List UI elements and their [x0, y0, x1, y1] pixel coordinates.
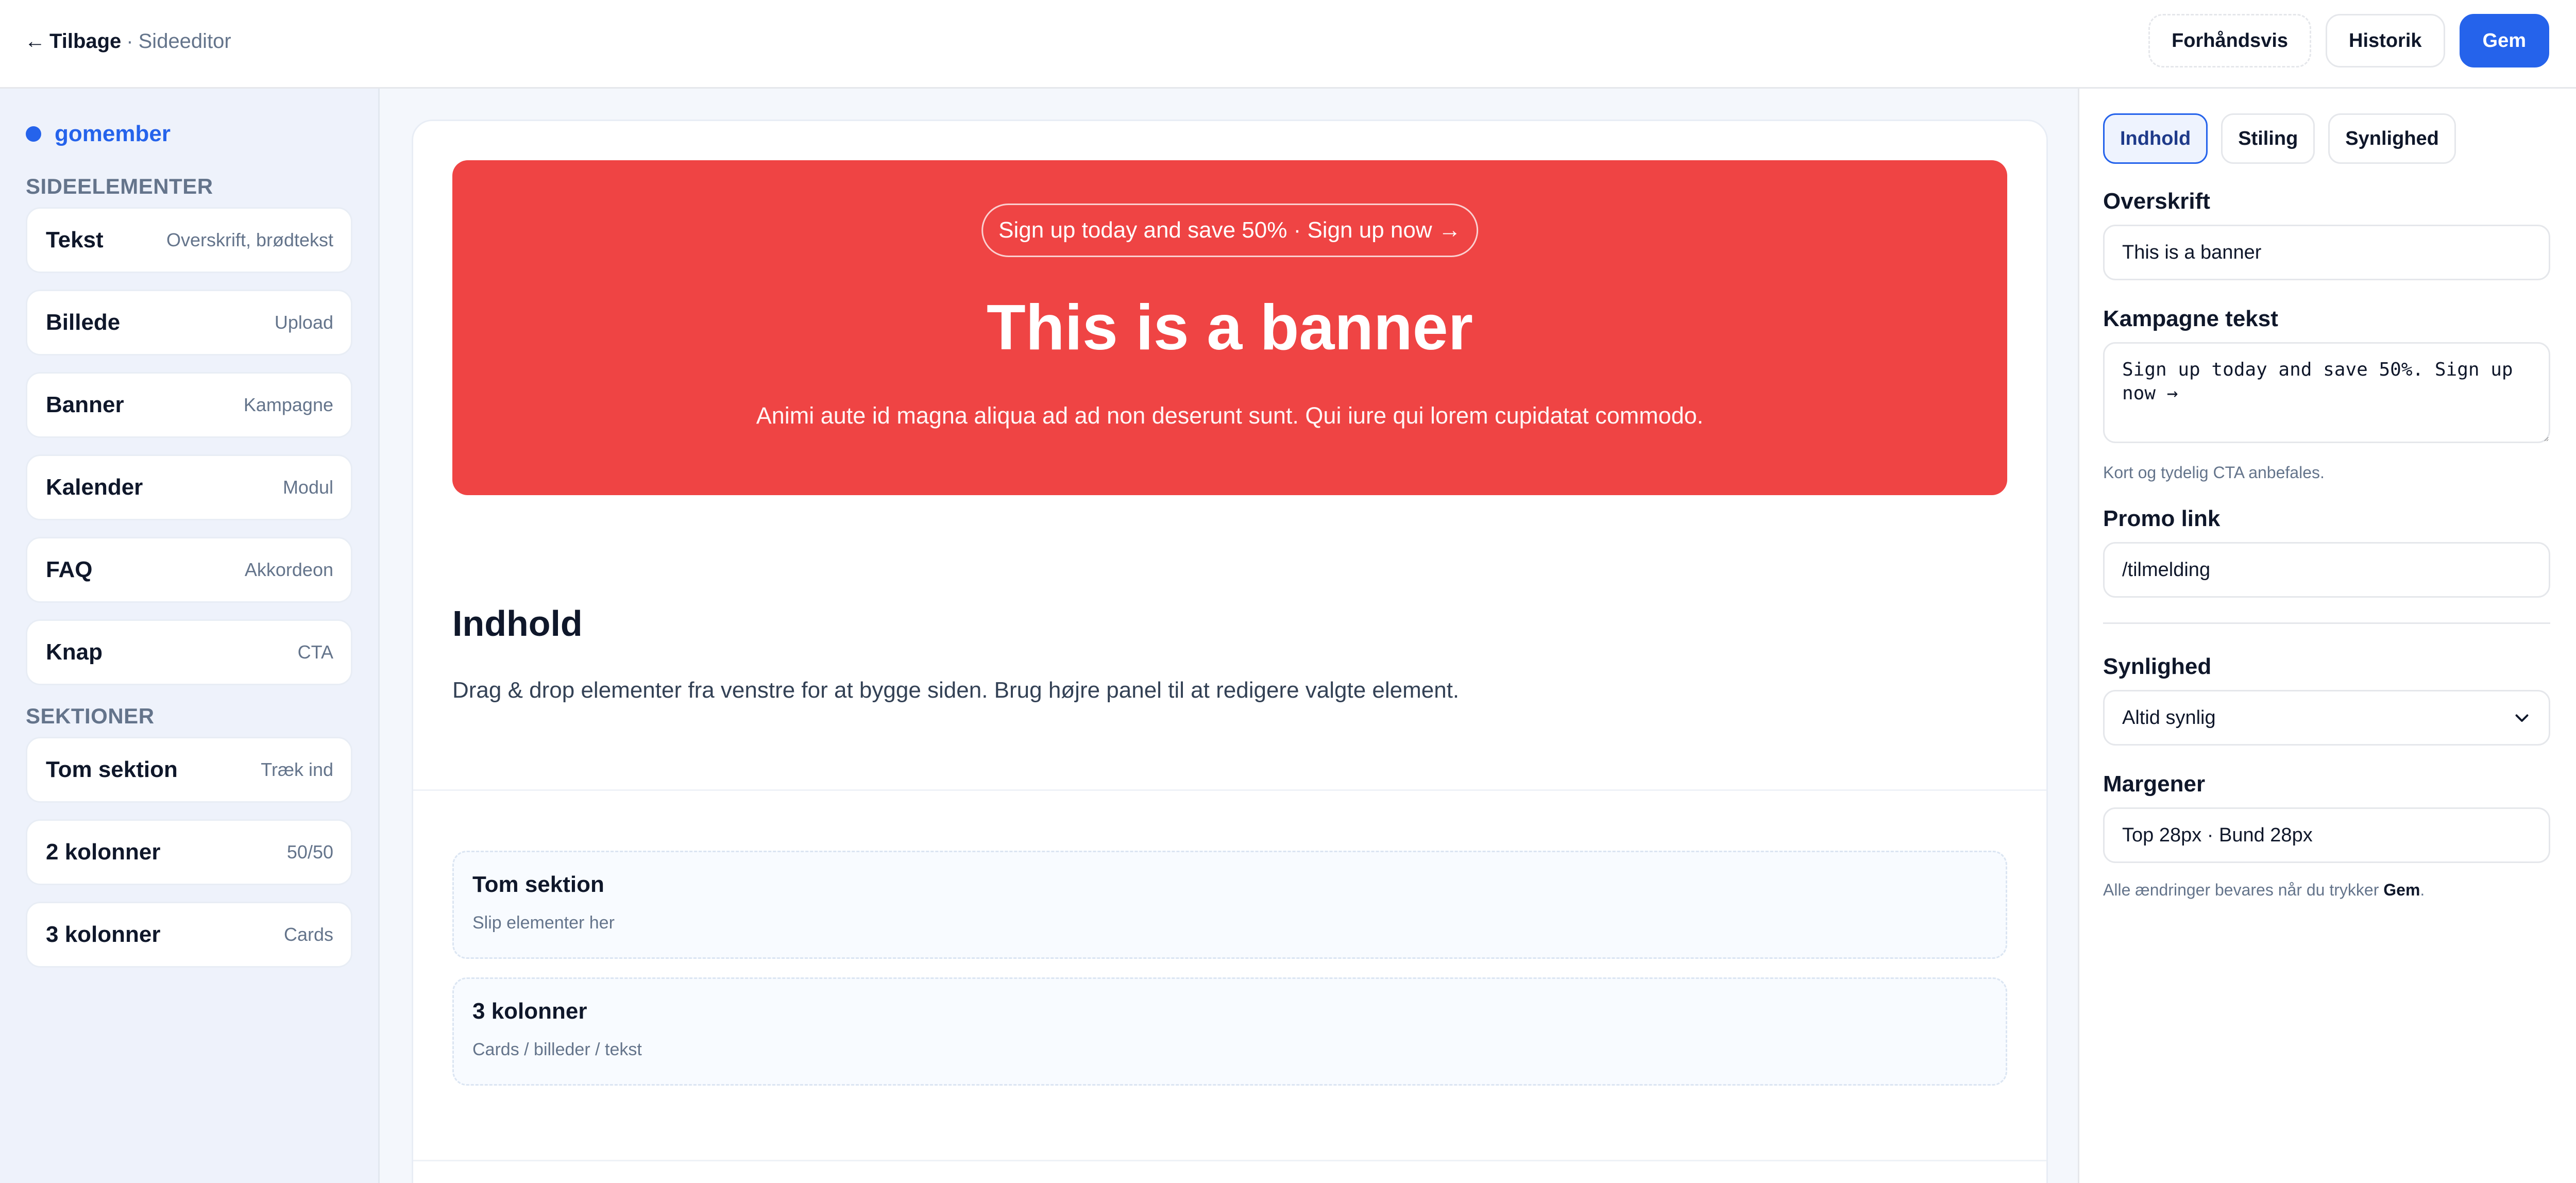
promo-link-label: Promo link — [2103, 506, 2221, 531]
section-meta: Træk ind — [261, 759, 333, 780]
section-dropzone-3-columns[interactable]: 3 kolonner Cards / billeder / tekst — [452, 977, 2007, 1086]
save-button[interactable]: Gem — [2459, 14, 2549, 67]
margins-label: Margener — [2103, 771, 2206, 797]
page-subtitle: Sideeditor — [138, 29, 231, 53]
sections-divider — [413, 1160, 2046, 1161]
element-meta: Akkordeon — [244, 559, 333, 580]
element-card-billede[interactable]: Billede Upload — [26, 290, 352, 356]
content-text: Drag & drop elementer fra venstre for at… — [452, 678, 1460, 703]
banner-cta-pill[interactable]: Sign up today and save 50% · Sign up now… — [981, 204, 1478, 257]
campaign-text-label: Kampagne tekst — [2103, 306, 2278, 331]
element-card-banner[interactable]: Banner Kampagne — [26, 372, 352, 438]
element-card-knap[interactable]: Knap CTA — [26, 619, 352, 685]
element-meta: Overskrift, brødtekst — [166, 229, 333, 250]
element-meta: Modul — [282, 477, 333, 498]
chevron-down-icon — [2515, 714, 2529, 722]
section-dropzone-empty[interactable]: Tom sektion Slip elementer her — [452, 851, 2007, 959]
element-card-faq[interactable]: FAQ Akkordeon — [26, 537, 352, 603]
page-preview: Sign up today and save 50% · Sign up now… — [412, 120, 2048, 1183]
save-hint-text: Alle ændringer bevares når du trykker — [2103, 881, 2384, 899]
section-card-2-kolonner[interactable]: 2 kolonner 50/50 — [26, 819, 352, 885]
back-link[interactable]: ← Tilbage — [25, 30, 121, 53]
editor-canvas: Sign up today and save 50% · Sign up now… — [380, 89, 2078, 1183]
save-hint-suffix: . — [2420, 881, 2425, 899]
breadcrumb-separator: · — [126, 29, 133, 53]
content-title: Indhold — [452, 603, 583, 644]
tab-synlighed[interactable]: Synlighed — [2328, 113, 2456, 164]
elements-group-title: SIDEELEMENTER — [26, 174, 213, 198]
history-button[interactable]: Historik — [2326, 14, 2445, 67]
brand-name: gomember — [55, 121, 171, 146]
element-name: FAQ — [46, 557, 93, 582]
element-meta: Upload — [274, 312, 333, 333]
section-card-tom-sektion[interactable]: Tom sektion Træk ind — [26, 737, 352, 803]
brand: gomember — [26, 119, 352, 149]
element-name: Tekst — [46, 227, 104, 252]
sections-group-title: SEKTIONER — [26, 704, 155, 728]
section-title: 3 kolonner — [472, 999, 587, 1024]
visibility-selected-value: Altid synlig — [2122, 706, 2216, 729]
headline-input[interactable]: This is a banner — [2103, 225, 2550, 280]
section-subtitle: Cards / billeder / tekst — [472, 1040, 642, 1059]
section-meta: Cards — [283, 924, 333, 945]
campaign-text-hint: Kort og tydelig CTA anbefales. — [2103, 463, 2325, 482]
section-name: 3 kolonner — [46, 922, 161, 947]
element-sidebar: gomember SIDEELEMENTER Tekst Overskrift,… — [0, 89, 380, 1183]
visibility-select[interactable]: Altid synlig — [2103, 690, 2550, 746]
element-name: Knap — [46, 639, 103, 665]
section-card-3-kolonner[interactable]: 3 kolonner Cards — [26, 902, 352, 968]
headline-label: Overskrift — [2103, 189, 2210, 214]
panel-tabs: Indhold Stiling Synlighed — [2103, 113, 2550, 164]
banner-text: Animi aute id magna aliqua ad ad non des… — [756, 402, 1704, 429]
promo-link-input[interactable]: /tilmelding — [2103, 542, 2550, 598]
element-name: Kalender — [46, 475, 143, 500]
visibility-label: Synlighed — [2103, 654, 2212, 679]
section-subtitle: Slip elementer her — [472, 913, 615, 933]
element-meta: CTA — [297, 641, 333, 663]
breadcrumb: ← Tilbage · Sideeditor — [25, 27, 231, 56]
preview-button[interactable]: Forhåndsvis — [2148, 14, 2312, 67]
top-bar: ← Tilbage · Sideeditor Forhåndsvis Histo… — [0, 0, 2576, 89]
element-card-kalender[interactable]: Kalender Modul — [26, 454, 352, 520]
save-hint-strong: Gem — [2383, 881, 2420, 899]
section-meta: 50/50 — [286, 841, 333, 863]
tab-indhold[interactable]: Indhold — [2103, 113, 2208, 164]
campaign-text-field[interactable]: Sign up today and save 50%. Sign up now … — [2103, 342, 2550, 443]
banner-title: This is a banner — [986, 292, 1473, 363]
top-actions: Forhåndsvis Historik Gem — [2148, 14, 2549, 67]
section-name: 2 kolonner — [46, 839, 161, 865]
margins-input[interactable]: Top 28px · Bund 28px — [2103, 807, 2550, 863]
content-divider — [413, 789, 2046, 791]
element-meta: Kampagne — [243, 394, 333, 415]
element-name: Banner — [46, 392, 124, 417]
properties-panel: Indhold Stiling Synlighed Overskrift Thi… — [2078, 89, 2576, 1183]
section-name: Tom sektion — [46, 757, 178, 782]
panel-divider — [2103, 622, 2550, 624]
back-label: Tilbage — [49, 29, 122, 53]
banner-block[interactable]: Sign up today and save 50% · Sign up now… — [452, 160, 2007, 495]
tab-stiling[interactable]: Stiling — [2221, 113, 2315, 164]
back-arrow-icon: ← — [25, 29, 45, 53]
brand-dot-icon — [26, 126, 41, 142]
element-name: Billede — [46, 310, 121, 335]
element-card-tekst[interactable]: Tekst Overskrift, brødtekst — [26, 207, 352, 273]
save-hint: Alle ændringer bevares når du trykker Ge… — [2103, 881, 2550, 900]
section-title: Tom sektion — [472, 872, 604, 897]
